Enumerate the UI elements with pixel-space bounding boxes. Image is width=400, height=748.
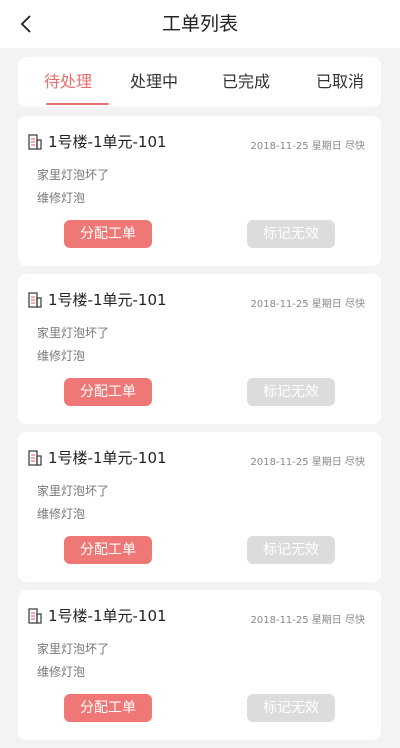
mark-invalid-button[interactable]: 标记无效 xyxy=(247,536,335,564)
order-address: 1号楼-1单元-101 xyxy=(48,607,167,625)
order-date: 2018-11-25 星期日 尽快 xyxy=(250,141,365,152)
mark-invalid-button[interactable]: 标记无效 xyxy=(247,220,335,248)
tab-processing[interactable]: 处理中 xyxy=(118,57,190,107)
assign-order-button[interactable]: 分配工单 xyxy=(64,536,152,564)
order-note: 维修灯泡 xyxy=(37,191,86,205)
order-description: 家里灯泡坏了 xyxy=(37,168,110,182)
status-tabs: 待处理 处理中 已完成 已取消 xyxy=(18,57,381,107)
order-date: 2018-11-25 星期日 尽快 xyxy=(250,299,365,310)
active-tab-indicator xyxy=(46,103,109,105)
mark-invalid-button[interactable]: 标记无效 xyxy=(247,694,335,722)
order-address: 1号楼-1单元-101 xyxy=(48,291,167,309)
page-title: 工单列表 xyxy=(161,13,238,35)
mark-invalid-button[interactable]: 标记无效 xyxy=(247,378,335,406)
assign-order-button[interactable]: 分配工单 xyxy=(64,378,152,406)
order-list: 1号楼-1单元-101 2018-11-25 星期日 尽快 家里灯泡坏了 维修灯… xyxy=(18,116,381,748)
order-note: 维修灯泡 xyxy=(37,507,86,521)
tab-cancelled[interactable]: 已取消 xyxy=(304,57,376,107)
assign-order-button[interactable]: 分配工单 xyxy=(64,694,152,722)
order-note: 维修灯泡 xyxy=(37,665,86,679)
order-card[interactable]: 1号楼-1单元-101 2018-11-25 星期日 尽快 家里灯泡坏了 维修灯… xyxy=(18,590,381,740)
tab-pending[interactable]: 待处理 xyxy=(28,57,108,107)
order-description: 家里灯泡坏了 xyxy=(37,642,110,656)
order-date: 2018-11-25 星期日 尽快 xyxy=(250,615,365,626)
order-description: 家里灯泡坏了 xyxy=(37,484,110,498)
building-icon xyxy=(28,450,42,466)
header-bar: 工单列表 xyxy=(0,0,400,48)
tab-completed[interactable]: 已完成 xyxy=(210,57,282,107)
order-card[interactable]: 1号楼-1单元-101 2018-11-25 星期日 尽快 家里灯泡坏了 维修灯… xyxy=(18,116,381,266)
order-date: 2018-11-25 星期日 尽快 xyxy=(250,457,365,468)
order-address: 1号楼-1单元-101 xyxy=(48,449,167,467)
order-card[interactable]: 1号楼-1单元-101 2018-11-25 星期日 尽快 家里灯泡坏了 维修灯… xyxy=(18,274,381,424)
order-card[interactable]: 1号楼-1单元-101 2018-11-25 星期日 尽快 家里灯泡坏了 维修灯… xyxy=(18,432,381,582)
order-note: 维修灯泡 xyxy=(37,349,86,363)
building-icon xyxy=(28,134,42,150)
order-description: 家里灯泡坏了 xyxy=(37,326,110,340)
assign-order-button[interactable]: 分配工单 xyxy=(64,220,152,248)
building-icon xyxy=(28,292,42,308)
order-address: 1号楼-1单元-101 xyxy=(48,133,167,151)
building-icon xyxy=(28,608,42,624)
